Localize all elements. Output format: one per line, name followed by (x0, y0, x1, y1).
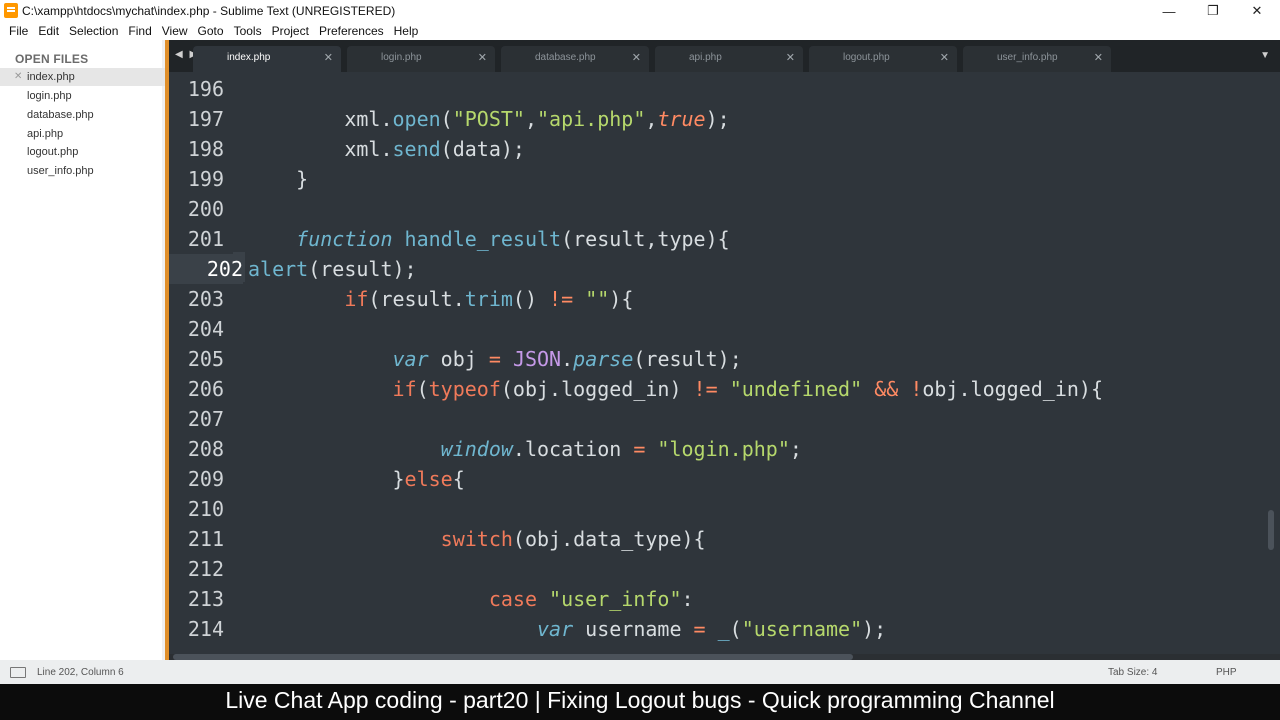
line-number: 212 (187, 557, 224, 581)
syntax-indicator[interactable]: PHP (1216, 667, 1237, 678)
window-title: C:\xampp\htdocs\mychat\index.php - Subli… (22, 4, 396, 18)
close-file-icon[interactable]: ✕ (14, 68, 22, 86)
line-number: 204 (187, 317, 224, 341)
sidebar-file-user-info[interactable]: user_info.php (0, 162, 166, 180)
code-line[interactable]: } (248, 164, 308, 194)
code-line[interactable]: xml.send(data); (248, 134, 525, 164)
line-number: 197 (187, 107, 224, 131)
menu-preferences[interactable]: Preferences (314, 22, 389, 40)
menu-project[interactable]: Project (267, 22, 314, 40)
sublime-text-icon (4, 3, 18, 18)
menu-view[interactable]: View (157, 22, 193, 40)
code-line[interactable]: xml.open("POST","api.php",true); (248, 104, 729, 134)
tab-label: api.php (689, 52, 722, 63)
tab-logout[interactable]: logout.php ✕ (809, 46, 957, 72)
code-line[interactable]: if(typeof(obj.logged_in) != "undefined" … (248, 374, 1104, 404)
line-number: 196 (187, 77, 224, 101)
minimize-button[interactable]: — (1148, 0, 1190, 22)
restore-button[interactable]: ❐ (1192, 0, 1234, 22)
tab-label: logout.php (843, 52, 890, 63)
line-number: 201 (187, 227, 224, 251)
tab-label: index.php (227, 52, 271, 63)
close-button[interactable]: ✕ (1236, 0, 1278, 22)
sidebar-file-label: database.php (27, 109, 94, 121)
sidebar: OPEN FILES ✕ index.php login.php databas… (0, 40, 166, 660)
menu-selection[interactable]: Selection (64, 22, 123, 40)
sidebar-file-logout[interactable]: logout.php (0, 143, 166, 161)
sidebar-file-login[interactable]: login.php (0, 87, 166, 105)
line-number: 207 (187, 407, 224, 431)
sidebar-file-label: user_info.php (27, 165, 94, 177)
code-line[interactable]: window.location = "login.php"; (248, 434, 802, 464)
line-number: 199 (187, 167, 224, 191)
sidebar-file-index[interactable]: ✕ index.php (0, 68, 166, 86)
menu-find[interactable]: Find (123, 22, 156, 40)
vertical-scroll-thumb[interactable] (1268, 510, 1274, 550)
code-line[interactable]: case "user_info": (248, 584, 694, 614)
code-line[interactable]: }else{ (248, 464, 464, 494)
line-number: 209 (187, 467, 224, 491)
line-number: 203 (187, 287, 224, 311)
line-number: 211 (187, 527, 224, 551)
menu-help[interactable]: Help (389, 22, 424, 40)
open-files-heading: OPEN FILES (15, 52, 89, 66)
line-number: 214 (187, 617, 224, 641)
menu-edit[interactable]: Edit (33, 22, 64, 40)
tab-bar: ◀ ▶ index.php ✕ login.php ✕ database.php… (169, 40, 1280, 72)
cursor-position: Line 202, Column 6 (37, 667, 124, 678)
status-bar: Line 202, Column 6 Tab Size: 4 PHP (0, 660, 1280, 684)
tab-label: user_info.php (997, 52, 1058, 63)
code-line[interactable]: var obj = JSON.parse(result); (248, 344, 742, 374)
tab-user-info[interactable]: user_info.php ✕ (963, 46, 1111, 72)
line-number: 206 (187, 377, 224, 401)
tab-list-dropdown-icon[interactable]: ▼ (1260, 50, 1270, 61)
sidebar-file-label: login.php (27, 90, 72, 102)
line-number: 198 (187, 137, 224, 161)
tab-index[interactable]: index.php ✕ (193, 46, 341, 72)
line-number-gutter: 196 197 198 199 200 201 202 203 204 205 206 207 208 2… (169, 72, 243, 654)
sidebar-file-label: index.php (27, 71, 75, 83)
tab-label: login.php (381, 52, 422, 63)
sidebar-file-database[interactable]: database.php (0, 106, 166, 124)
code-editor[interactable]: 196 197 198 199 200 201 202 203 204 205 206 207 208 2… (169, 72, 1280, 654)
tab-close-icon[interactable]: ✕ (940, 51, 949, 64)
line-number: 205 (187, 347, 224, 371)
code-line[interactable]: function handle_result(result,type){ (248, 224, 730, 254)
tab-close-icon[interactable]: ✕ (324, 51, 333, 64)
menu-goto[interactable]: Goto (193, 22, 229, 40)
tab-close-icon[interactable]: ✕ (478, 51, 487, 64)
line-number: 210 (187, 497, 224, 521)
sidebar-file-api[interactable]: api.php (0, 125, 166, 143)
tab-close-icon[interactable]: ✕ (632, 51, 641, 64)
tab-label: database.php (535, 52, 596, 63)
sidebar-file-label: api.php (27, 128, 64, 140)
code-line[interactable]: switch(obj.data_type){ (248, 524, 706, 554)
sidebar-file-label: logout.php (27, 146, 79, 158)
tab-close-icon[interactable]: ✕ (786, 51, 795, 64)
tab-api[interactable]: api.php ✕ (655, 46, 803, 72)
title-bar: C:\xampp\htdocs\mychat\index.php - Subli… (0, 0, 1280, 22)
code-line[interactable]: alert(result); (248, 254, 417, 284)
tab-database[interactable]: database.php ✕ (501, 46, 649, 72)
tab-size-indicator[interactable]: Tab Size: 4 (1108, 667, 1157, 678)
line-number: 213 (187, 587, 224, 611)
code-line[interactable]: var username = _("username"); (248, 614, 886, 644)
tab-login[interactable]: login.php ✕ (347, 46, 495, 72)
code-line[interactable]: if(result.trim() != ""){ (248, 284, 633, 314)
tab-close-icon[interactable]: ✕ (1094, 51, 1103, 64)
menu-file[interactable]: File (4, 22, 33, 40)
line-number: 202 (169, 254, 243, 284)
video-caption: Live Chat App coding - part20 | Fixing L… (0, 684, 1280, 720)
line-number: 208 (187, 437, 224, 461)
menu-tools[interactable]: Tools (229, 22, 267, 40)
menu-bar: File Edit Selection Find View Goto Tools… (0, 22, 1280, 40)
panel-toggle-icon[interactable] (10, 667, 26, 678)
line-number: 200 (187, 197, 224, 221)
